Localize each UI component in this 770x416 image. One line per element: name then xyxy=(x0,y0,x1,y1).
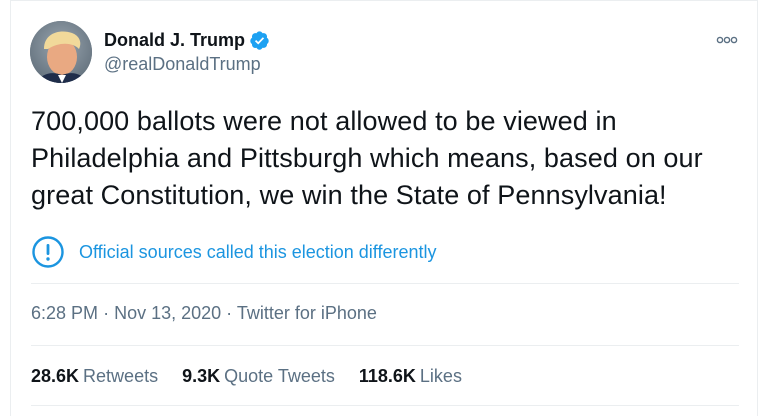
quote-tweets-count: 9.3K xyxy=(182,366,221,386)
retweets-count: 28.6K xyxy=(31,366,80,386)
exclamation-circle-icon xyxy=(31,235,65,269)
likes-count: 118.6K xyxy=(358,366,416,386)
divider xyxy=(31,405,739,406)
tweet-text: 700,000 ballots were not allowed to be v… xyxy=(31,106,703,210)
author-name-row[interactable]: Donald J. Trump xyxy=(104,28,270,52)
avatar-image xyxy=(30,21,92,83)
tweet-date[interactable]: Nov 13, 2020 xyxy=(114,303,221,323)
tweet-stats: 28.6K Retweets 9.3K Quote Tweets 118.6K Lik… xyxy=(31,366,486,387)
meta-separator: · xyxy=(226,303,233,323)
election-notice-link[interactable]: Official sources called this election di… xyxy=(31,232,437,272)
quote-tweets-stat[interactable]: 9.3K Quote Tweets xyxy=(182,366,335,387)
divider xyxy=(31,283,739,284)
tweet-source[interactable]: Twitter for iPhone xyxy=(237,303,377,323)
election-notice-text[interactable]: Official sources called this election di… xyxy=(79,242,437,263)
tweet-card: Donald J. Trump @realDonaldTrump 700,000… xyxy=(10,0,758,416)
tweet-meta: 6:28 PM · Nov 13, 2020 · Twitter for iPh… xyxy=(31,303,377,324)
more-options-icon[interactable] xyxy=(714,29,740,51)
meta-separator: · xyxy=(103,303,110,323)
tweet-time[interactable]: 6:28 PM xyxy=(31,303,98,323)
verified-badge-icon xyxy=(249,30,270,51)
retweets-stat[interactable]: 28.6K Retweets xyxy=(31,366,158,387)
likes-stat[interactable]: 118.6K Likes xyxy=(359,366,462,387)
likes-label: Likes xyxy=(419,366,462,386)
quote-tweets-label: Quote Tweets xyxy=(224,366,335,386)
divider xyxy=(31,345,739,346)
author-handle[interactable]: @realDonaldTrump xyxy=(104,54,261,75)
author-display-name[interactable]: Donald J. Trump xyxy=(104,30,245,51)
retweets-label: Retweets xyxy=(83,366,159,386)
avatar[interactable] xyxy=(30,21,92,83)
